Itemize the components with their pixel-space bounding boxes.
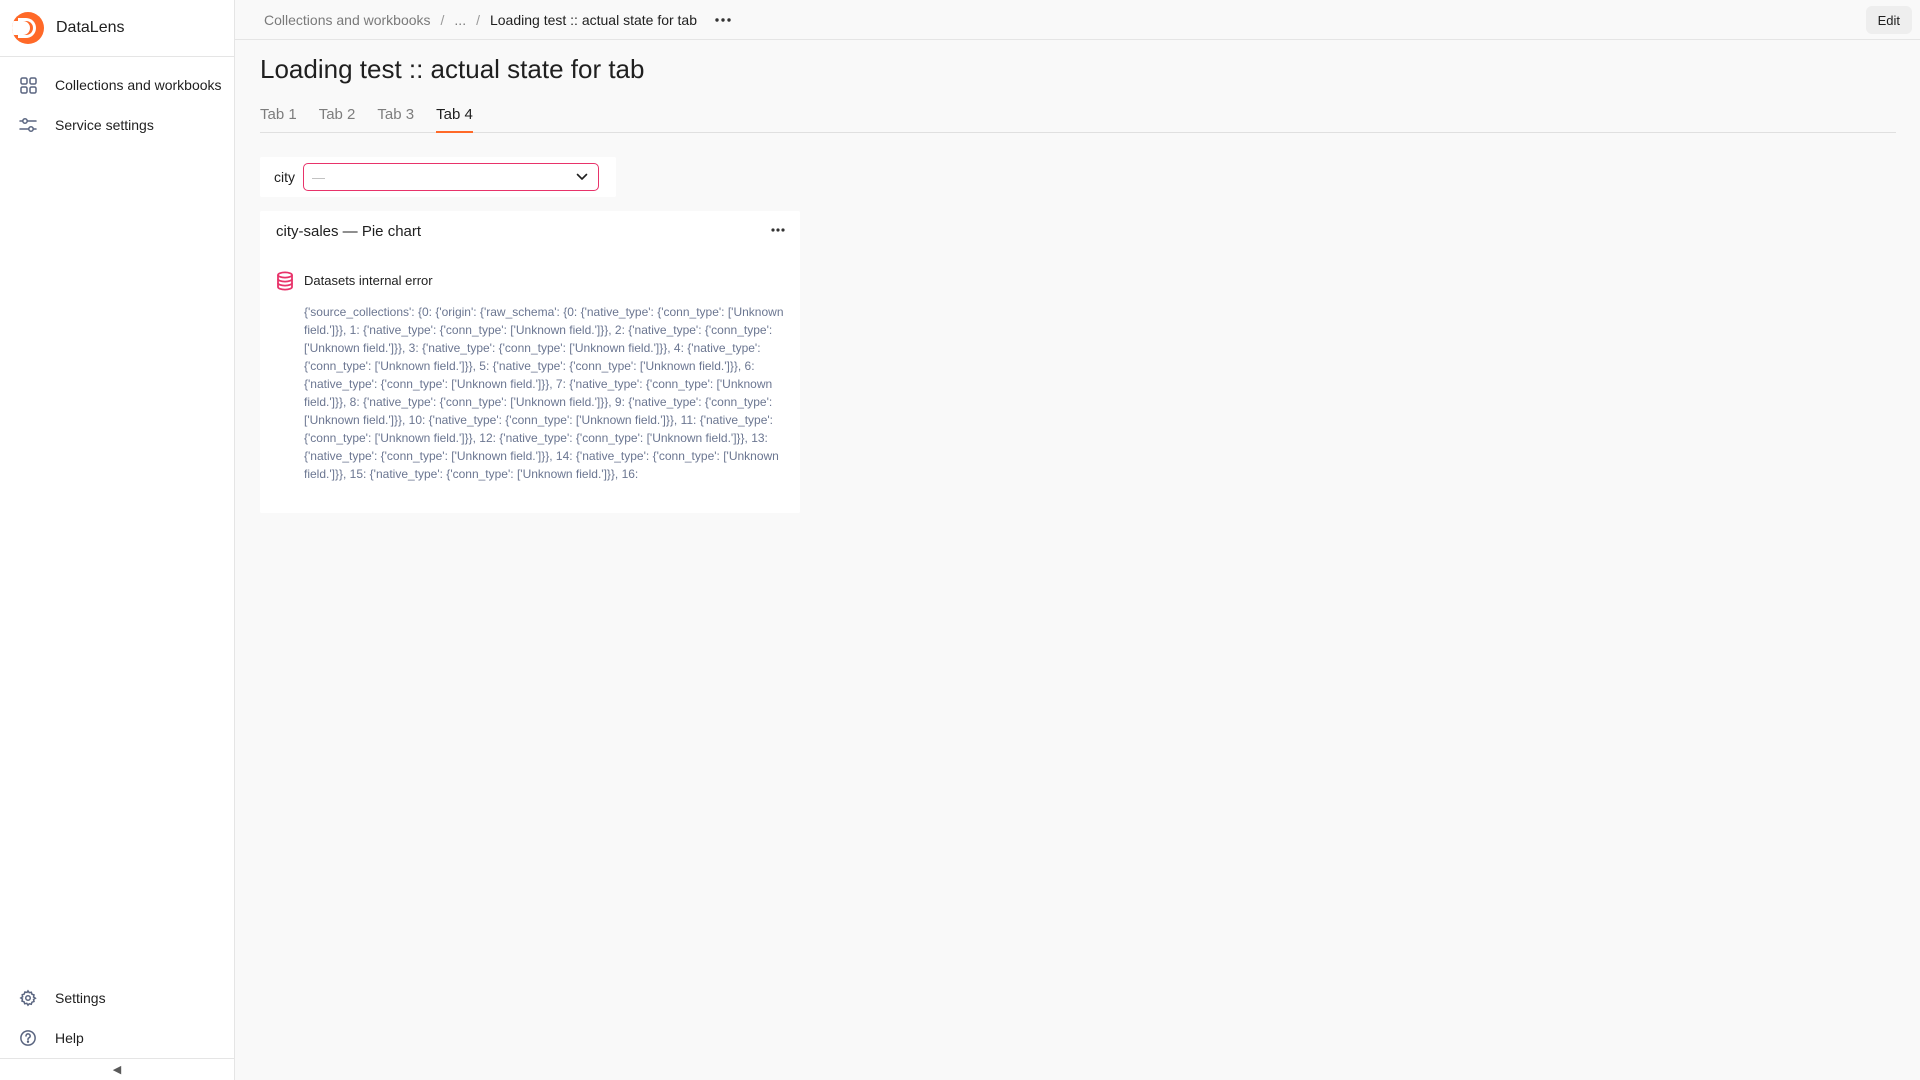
select-value: — <box>312 169 325 185</box>
dashboard-main: Loading test :: actual state for tab Tab… <box>260 40 1896 513</box>
sidebar-item-service-settings[interactable]: Service settings <box>0 105 234 145</box>
app-root: DataLens Collections and workbooks Servi… <box>0 0 1920 1080</box>
chart-widget: city-sales — Pie chart Datasets internal… <box>260 211 800 513</box>
gear-icon <box>19 989 37 1007</box>
edit-button[interactable]: Edit <box>1865 6 1912 34</box>
datalens-logo-icon[interactable] <box>12 12 44 44</box>
breadcrumb-separator: / <box>440 11 445 28</box>
selector-label: city <box>274 169 295 185</box>
sidebar-item-settings[interactable]: Settings <box>0 978 234 1018</box>
collapse-arrow-icon: ◀ <box>112 1064 122 1076</box>
breadcrumb-current: Loading test :: actual state for tab <box>489 11 698 28</box>
error-title: Datasets internal error <box>304 272 433 288</box>
sidebar-collapse-button[interactable]: ◀ <box>0 1058 234 1080</box>
sliders-icon <box>19 116 37 134</box>
chart-widget-title: city-sales — Pie chart <box>276 223 422 240</box>
error-details: {'source_collections': {0: {'origin': {'… <box>304 305 784 481</box>
tab-1[interactable]: Tab 1 <box>260 106 297 133</box>
breadcrumb-separator: / <box>476 11 480 28</box>
chevron-down-icon <box>576 168 588 186</box>
sidebar-item-collections[interactable]: Collections and workbooks <box>0 65 234 105</box>
tab-4[interactable]: Tab 4 <box>436 106 473 133</box>
top-bar: Collections and workbooks / ... / Loadin… <box>235 0 1920 40</box>
breadcrumb-collections[interactable]: Collections and workbooks <box>264 12 431 28</box>
error-header: Datasets internal error <box>276 271 433 291</box>
help-icon <box>19 1029 37 1047</box>
tab-2[interactable]: Tab 2 <box>319 106 356 133</box>
sidebar-item-label: Settings <box>55 990 106 1006</box>
sidebar-item-label: Help <box>55 1030 84 1046</box>
dashboard-tabs: Tab 1 Tab 2 Tab 3 Tab 4 <box>260 95 1896 133</box>
breadcrumb-ellipsis[interactable]: ... <box>454 12 466 28</box>
sidebar: DataLens Collections and workbooks Servi… <box>0 0 235 1080</box>
grid-icon <box>19 76 37 94</box>
brand-name[interactable]: DataLens <box>56 19 125 37</box>
sidebar-item-help[interactable]: Help <box>0 1018 234 1058</box>
page-title: Loading test :: actual state for tab <box>260 54 645 84</box>
city-select[interactable]: — <box>303 163 599 191</box>
breadcrumb: Collections and workbooks / ... / Loadin… <box>264 8 735 32</box>
sidebar-header: DataLens <box>0 0 234 57</box>
tab-3[interactable]: Tab 3 <box>377 106 414 133</box>
sidebar-item-label: Collections and workbooks <box>55 77 222 93</box>
sidebar-footer: Settings Help ◀ <box>0 978 234 1080</box>
city-selector-widget: city — <box>260 157 616 197</box>
sidebar-item-label: Service settings <box>55 117 154 133</box>
database-error-icon <box>276 271 294 291</box>
more-actions-icon[interactable] <box>711 8 735 32</box>
widget-menu-icon[interactable] <box>766 219 790 241</box>
sidebar-nav: Collections and workbooks Service settin… <box>0 57 234 145</box>
